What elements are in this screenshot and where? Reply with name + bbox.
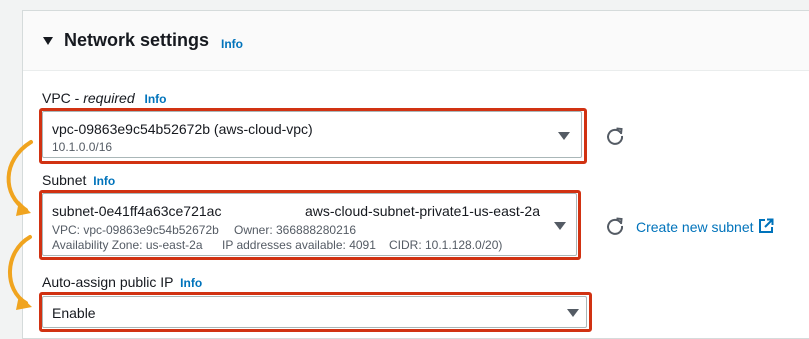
vpc-highlight-box — [39, 108, 587, 164]
section-title: Network settings — [64, 30, 210, 50]
collapse-caret-icon[interactable] — [43, 37, 53, 45]
auto-assign-label: Auto-assign public IP Info — [42, 274, 202, 290]
vpc-info-link[interactable]: Info — [145, 92, 167, 106]
subnet-refresh-icon[interactable] — [605, 216, 625, 236]
auto-assign-highlight-box — [39, 292, 592, 332]
vpc-required-text: required — [83, 90, 135, 106]
vpc-refresh-icon[interactable] — [605, 126, 625, 146]
section-info-link[interactable]: Info — [221, 37, 243, 51]
subnet-label-text: Subnet — [42, 172, 87, 188]
subnet-highlight-box — [39, 190, 581, 260]
vpc-label: VPC - required Info — [42, 90, 167, 106]
auto-assign-label-text: Auto-assign public IP — [42, 274, 174, 290]
create-new-subnet-link[interactable]: Create new subnet — [636, 219, 754, 235]
panel-header[interactable]: Network settings Info — [23, 11, 809, 71]
external-link-icon[interactable] — [758, 218, 774, 234]
subnet-info-link[interactable]: Info — [93, 174, 115, 188]
auto-assign-info-link[interactable]: Info — [180, 276, 202, 290]
subnet-label: Subnet Info — [42, 172, 115, 188]
vpc-label-text: VPC - — [42, 90, 84, 106]
